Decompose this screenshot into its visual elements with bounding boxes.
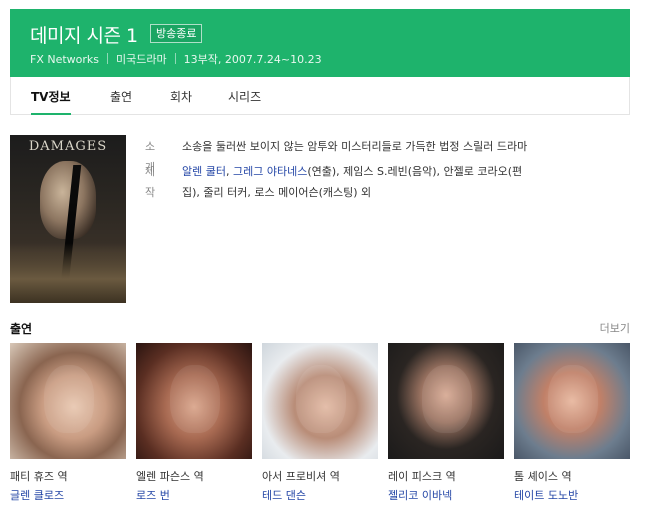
tab-cast[interactable]: 출연 (110, 88, 132, 105)
meta-line: FX Networks 미국드라마 13부작, 2007.7.24~10.23 (30, 51, 322, 67)
tab-episodes[interactable]: 회차 (170, 88, 192, 105)
actor-photo[interactable] (136, 343, 252, 459)
cast-card[interactable]: 패티 휴즈 역 글렌 클로즈 (10, 343, 126, 503)
director2-link[interactable]: 그레그 야타네스 (233, 165, 307, 178)
production-rest-1: (연출), 제임스 S.레빈(음악), 안젤로 코라오(편 (307, 165, 523, 178)
tab-series[interactable]: 시리즈 (228, 88, 261, 105)
actor-link[interactable]: 테드 댄슨 (262, 487, 378, 503)
title-header: 데미지 시즌 1 방송종료 FX Networks 미국드라마 13부작, 2007… (10, 9, 630, 77)
actor-photo-shape (422, 365, 472, 433)
actor-photo-shape (548, 365, 598, 433)
genre-text: 미국드라마 (116, 53, 167, 66)
cast-role: 레이 피스크 역 (388, 470, 456, 483)
actor-photo-shape (296, 365, 346, 433)
cast-card[interactable]: 엘렌 파슨스 역 로즈 번 (136, 343, 252, 503)
cast-role: 아서 프로비셔 역 (262, 470, 340, 483)
cast-role: 패티 휴즈 역 (10, 470, 68, 483)
cast-role: 톰 셰이스 역 (514, 470, 572, 483)
schedule-text: 13부작, 2007.7.24~10.23 (183, 53, 322, 66)
actor-link[interactable]: 글렌 클로즈 (10, 487, 126, 503)
actor-photo[interactable] (514, 343, 630, 459)
cast-card[interactable]: 아서 프로비셔 역 테드 댄슨 (262, 343, 378, 503)
actor-photo[interactable] (388, 343, 504, 459)
more-link[interactable]: 더보기 (600, 320, 630, 336)
actor-link[interactable]: 젤리코 이바넥 (388, 487, 504, 503)
page-title: 데미지 시즌 1 (30, 25, 138, 47)
poster-city-shape (10, 243, 126, 303)
status-badge: 방송종료 (150, 24, 203, 43)
cast-section-title: 출연 (10, 322, 33, 336)
cast-role: 엘렌 파슨스 역 (136, 470, 204, 483)
comma: , (225, 165, 233, 178)
network-text: FX Networks (30, 53, 100, 66)
production-label: 제작 (145, 165, 156, 199)
production-line-2: 집), 줄리 터커, 로스 메이어슨(캐스팅) 외 (182, 186, 372, 199)
actor-link[interactable]: 테이트 도노반 (514, 487, 630, 503)
cast-card[interactable]: 톰 셰이스 역 테이트 도노반 (514, 343, 630, 503)
tab-tv-info[interactable]: TV정보 (31, 88, 71, 115)
actor-link[interactable]: 로즈 번 (136, 487, 252, 503)
synopsis-text: 소송을 둘러싼 보이지 않는 암투와 미스터리들로 가득한 법정 스릴러 드라마 (182, 140, 528, 153)
actor-photo-shape (44, 365, 94, 433)
production-text: 알렌 쿨터, 그레그 야타네스(연출), 제임스 S.레빈(음악), 안젤로 코… (182, 161, 602, 203)
cast-card[interactable]: 레이 피스크 역 젤리코 이바넥 (388, 343, 504, 503)
actor-photo[interactable] (262, 343, 378, 459)
separator (107, 53, 109, 64)
separator (174, 53, 176, 64)
director-link[interactable]: 알렌 쿨터 (182, 165, 226, 178)
production-line-1: 알렌 쿨터, 그레그 야타네스(연출), 제임스 S.레빈(음악), 안젤로 코… (182, 161, 602, 182)
actor-photo-shape (170, 365, 220, 433)
poster-image[interactable]: DAMAGES (10, 135, 126, 303)
poster-title: DAMAGES (28, 139, 108, 154)
tab-bar: TV정보 출연 회차 시리즈 (10, 77, 630, 115)
actor-photo[interactable] (10, 343, 126, 459)
